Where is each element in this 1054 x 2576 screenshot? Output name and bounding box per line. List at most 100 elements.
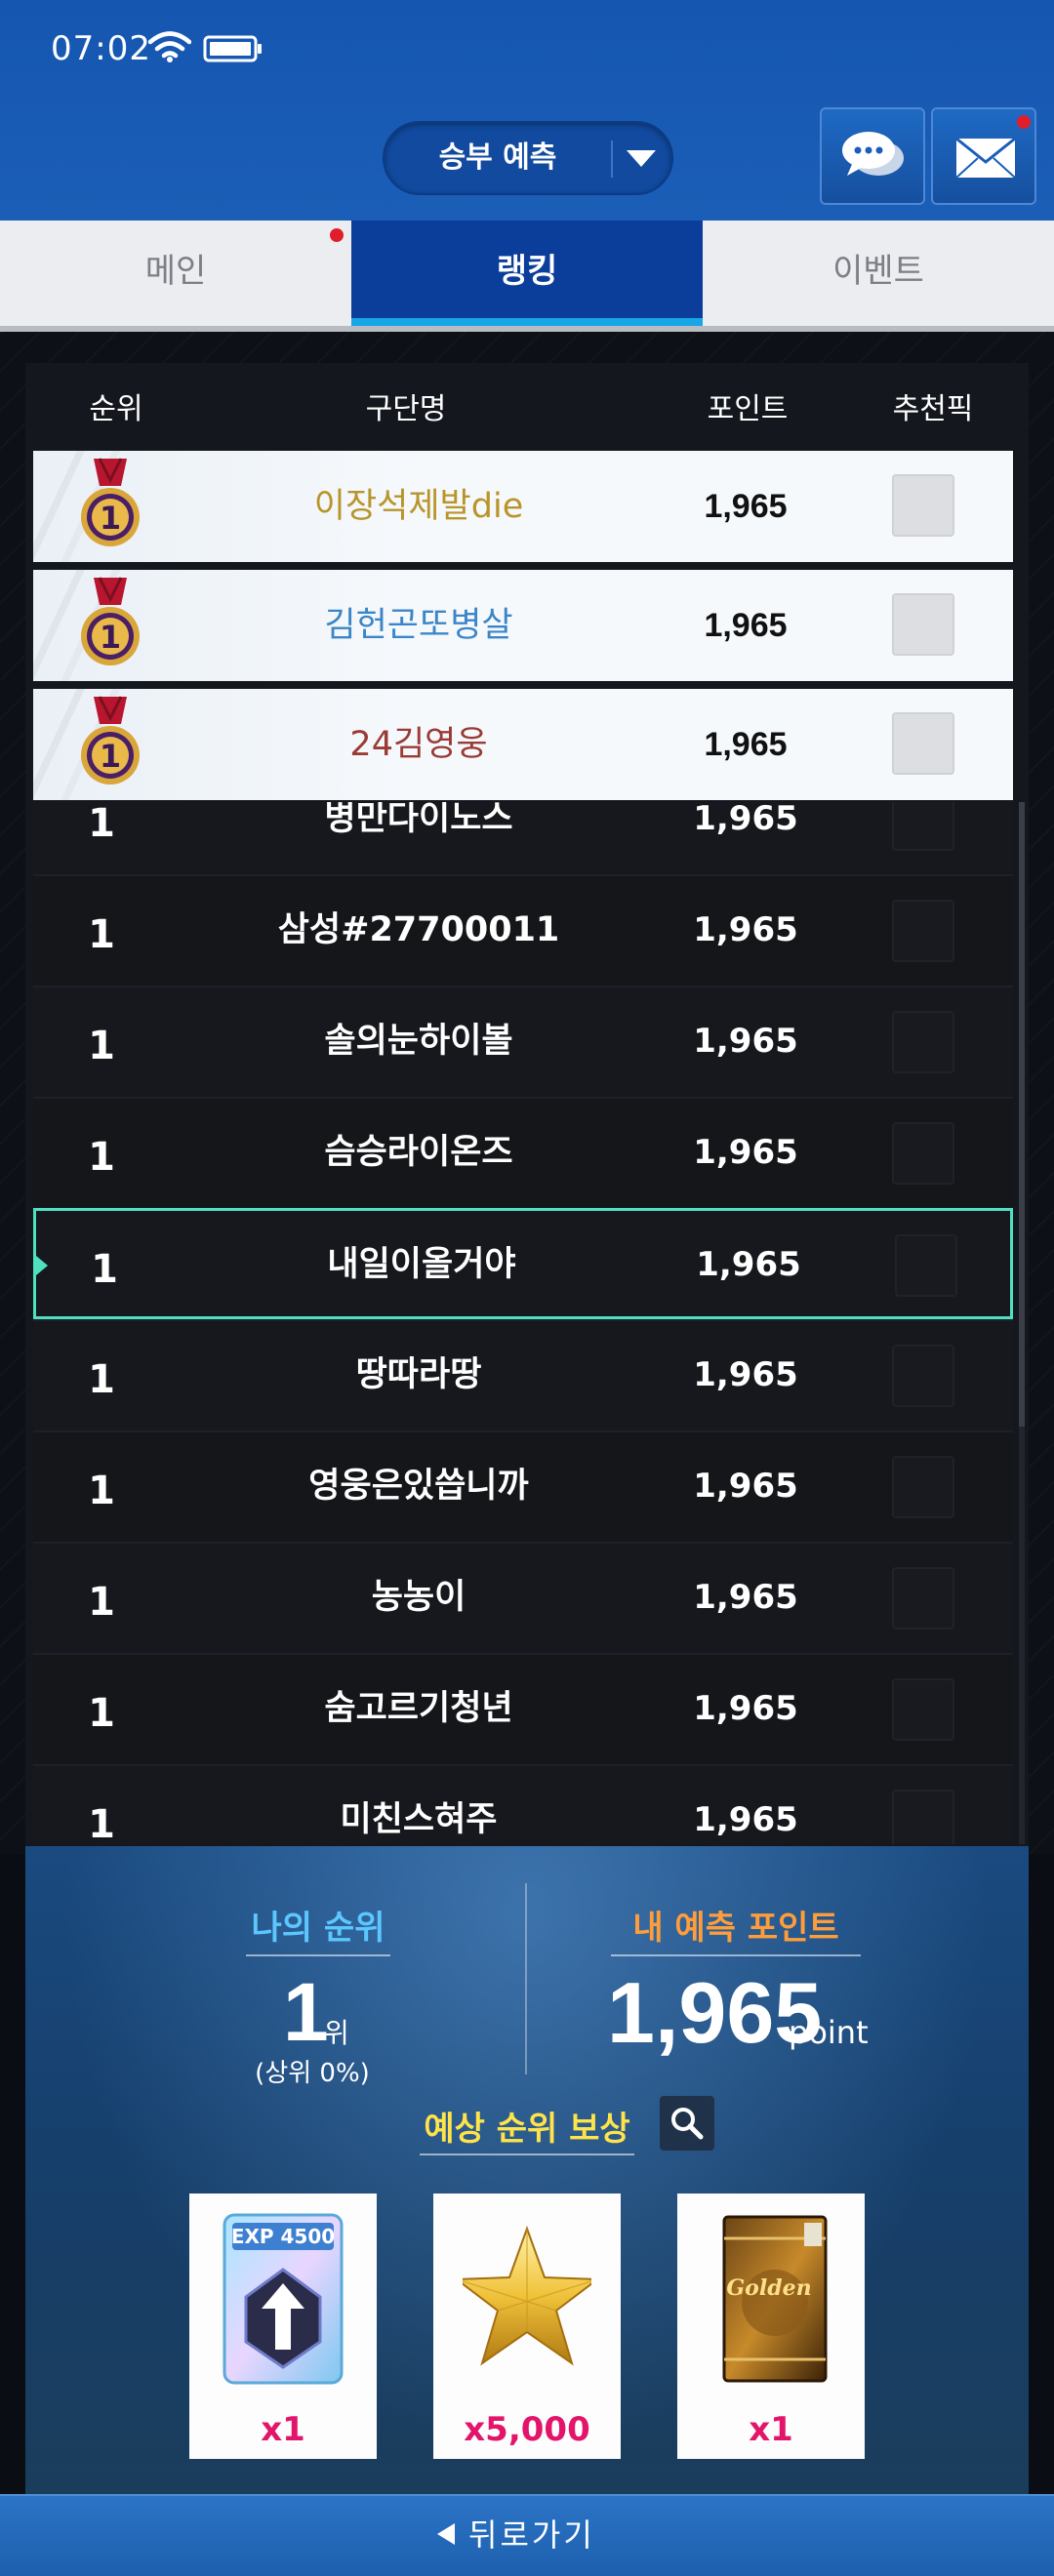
app-header: 07:02 승부 예측 — [0, 0, 1054, 221]
team-name: 농농이 — [371, 1578, 466, 1617]
recommend-pick-checkbox[interactable] — [892, 593, 954, 656]
status-time: 07:02 — [51, 29, 151, 68]
svg-text:1: 1 — [100, 500, 121, 537]
reward-quantity: x5,000 — [464, 2410, 590, 2449]
recommend-pick-checkbox[interactable] — [892, 474, 954, 537]
reward-card[interactable]: x5,000 — [433, 2194, 621, 2459]
top-rank-row[interactable]: 1 김헌곤또병살 1,965 — [33, 570, 1013, 681]
team-name: 삼성#27700011 — [277, 910, 560, 949]
recommend-pick-checkbox[interactable] — [892, 1011, 954, 1073]
tab-event[interactable]: 이벤트 — [703, 221, 1054, 326]
column-recommend-pick: 추천픽 — [892, 392, 974, 426]
table-row[interactable]: 1 삼성#27700011 1,965 — [33, 874, 1013, 986]
team-points: 1,965 — [693, 1800, 798, 1839]
team-name: 내일이올거야 — [327, 1245, 516, 1284]
tab-ranking[interactable]: 랭킹 — [351, 221, 703, 326]
column-rank: 순위 — [89, 392, 143, 426]
my-table-row[interactable]: 1 내일이올거야 1,965 — [33, 1208, 1013, 1319]
recommend-pick-checkbox[interactable] — [892, 802, 954, 851]
reward-title: 예상 순위 보상 — [420, 2102, 634, 2155]
team-points: 1,965 — [693, 1355, 798, 1394]
recommend-pick-checkbox[interactable] — [892, 1122, 954, 1185]
reward-quantity: x1 — [261, 2410, 305, 2449]
team-name: 솔의눈하이볼 — [324, 1022, 513, 1061]
table-row[interactable]: 1 병만다이노스 1,965 — [33, 802, 1013, 874]
team-points: 1,965 — [693, 1467, 798, 1506]
envelope-icon — [955, 137, 1016, 179]
my-rank-title: 나의 순위 — [246, 1901, 390, 1956]
row-rank: 1 — [88, 1691, 115, 1736]
svg-text:1: 1 — [100, 619, 121, 656]
team-points: 1,965 — [693, 1022, 798, 1061]
team-name: 미친스혀주 — [340, 1800, 498, 1839]
table-row[interactable]: 1 땅따라땅 1,965 — [33, 1319, 1013, 1430]
row-rank: 1 — [91, 1247, 118, 1292]
tab-main[interactable]: 메인 — [0, 221, 351, 326]
team-points: 1,965 — [693, 802, 798, 838]
table-row[interactable]: 1 영웅은있씁니까 1,965 — [33, 1430, 1013, 1542]
table-row[interactable]: 1 숨고르기청년 1,965 — [33, 1653, 1013, 1764]
scrollbar-thumb[interactable] — [1019, 802, 1025, 1427]
team-points: 1,965 — [696, 1245, 801, 1284]
team-points: 1,965 — [693, 1578, 798, 1617]
prediction-mode-label: 승부 예측 — [438, 141, 557, 175]
column-team-name: 구단명 — [365, 392, 447, 426]
gold-medal-1-icon: 1 — [81, 577, 140, 665]
team-name: 이장석제발die — [313, 487, 524, 526]
mail-button[interactable] — [931, 107, 1036, 205]
ranking-scrollbar[interactable] — [1019, 802, 1025, 1844]
chevron-down-icon — [627, 150, 656, 167]
battery-icon — [203, 35, 262, 62]
recommend-pick-checkbox[interactable] — [895, 1234, 957, 1297]
reward-card[interactable]: Golden x1 — [677, 2194, 865, 2459]
table-row[interactable]: 1 솔의눈하이볼 1,965 — [33, 986, 1013, 1097]
my-rank-value: 1 — [283, 1966, 329, 2058]
my-rank-unit: 위 — [324, 2017, 349, 2049]
ranking-list[interactable]: 1 병만다이노스 1,965 1 삼성#27700011 1,965 1 솔의눈… — [33, 802, 1013, 1844]
exp-card-text: EXP 4500 — [231, 2225, 335, 2248]
row-rank: 1 — [88, 1802, 115, 1844]
table-row[interactable]: 1 슴승라이온즈 1,965 — [33, 1097, 1013, 1208]
team-points: 1,965 — [704, 726, 788, 763]
recommend-pick-checkbox[interactable] — [892, 712, 954, 775]
row-rank: 1 — [88, 1469, 115, 1513]
row-rank: 1 — [88, 1357, 115, 1402]
my-rank-percent: (상위 0%) — [255, 2059, 370, 2088]
top-rank-row[interactable]: 1 24김영웅 1,965 — [33, 689, 1013, 800]
team-name: 슴승라이온즈 — [324, 1133, 513, 1172]
column-points: 포인트 — [707, 392, 789, 426]
wifi-icon — [148, 31, 191, 62]
team-name: 24김영웅 — [349, 725, 488, 764]
table-row[interactable]: 1 농농이 1,965 — [33, 1542, 1013, 1653]
gold-star-icon — [463, 2226, 591, 2366]
reward-search-button[interactable] — [660, 2096, 714, 2151]
card-pack-icon: Golden — [722, 2215, 828, 2383]
back-button[interactable]: 뒤로가기 — [0, 2494, 1054, 2576]
recommend-pick-checkbox[interactable] — [892, 1567, 954, 1630]
exp-card-icon: EXP 4500 — [223, 2213, 344, 2385]
recommend-pick-checkbox[interactable] — [892, 1456, 954, 1518]
top-rank-row[interactable]: 1 이장석제발die 1,965 — [33, 451, 1013, 562]
svg-text:1: 1 — [100, 738, 121, 775]
gold-medal-1-icon: 1 — [81, 458, 140, 546]
recommend-pick-checkbox[interactable] — [892, 1345, 954, 1407]
row-rank: 1 — [88, 1580, 115, 1625]
magnifier-icon — [671, 2108, 704, 2140]
mode-select-divider — [611, 141, 613, 178]
team-points: 1,965 — [704, 607, 788, 644]
summary-divider — [525, 1883, 527, 2074]
team-name: 땅따라땅 — [355, 1355, 482, 1394]
my-points-unit: point — [789, 2014, 869, 2051]
chat-bubbles-icon — [842, 132, 904, 176]
recommend-pick-checkbox[interactable] — [892, 1678, 954, 1741]
chat-button[interactable] — [820, 107, 925, 205]
prediction-mode-select[interactable]: 승부 예측 — [383, 121, 673, 195]
team-name: 병만다이노스 — [324, 802, 513, 838]
recommend-pick-checkbox[interactable] — [892, 1790, 954, 1844]
my-points-title: 내 예측 포인트 — [611, 1901, 861, 1956]
team-name: 김헌곤또병살 — [324, 606, 513, 645]
recommend-pick-checkbox[interactable] — [892, 900, 954, 962]
table-row[interactable]: 1 미친스혀주 1,965 — [33, 1764, 1013, 1844]
row-rank: 1 — [88, 912, 115, 957]
reward-card[interactable]: EXP 4500 x1 — [189, 2194, 377, 2459]
